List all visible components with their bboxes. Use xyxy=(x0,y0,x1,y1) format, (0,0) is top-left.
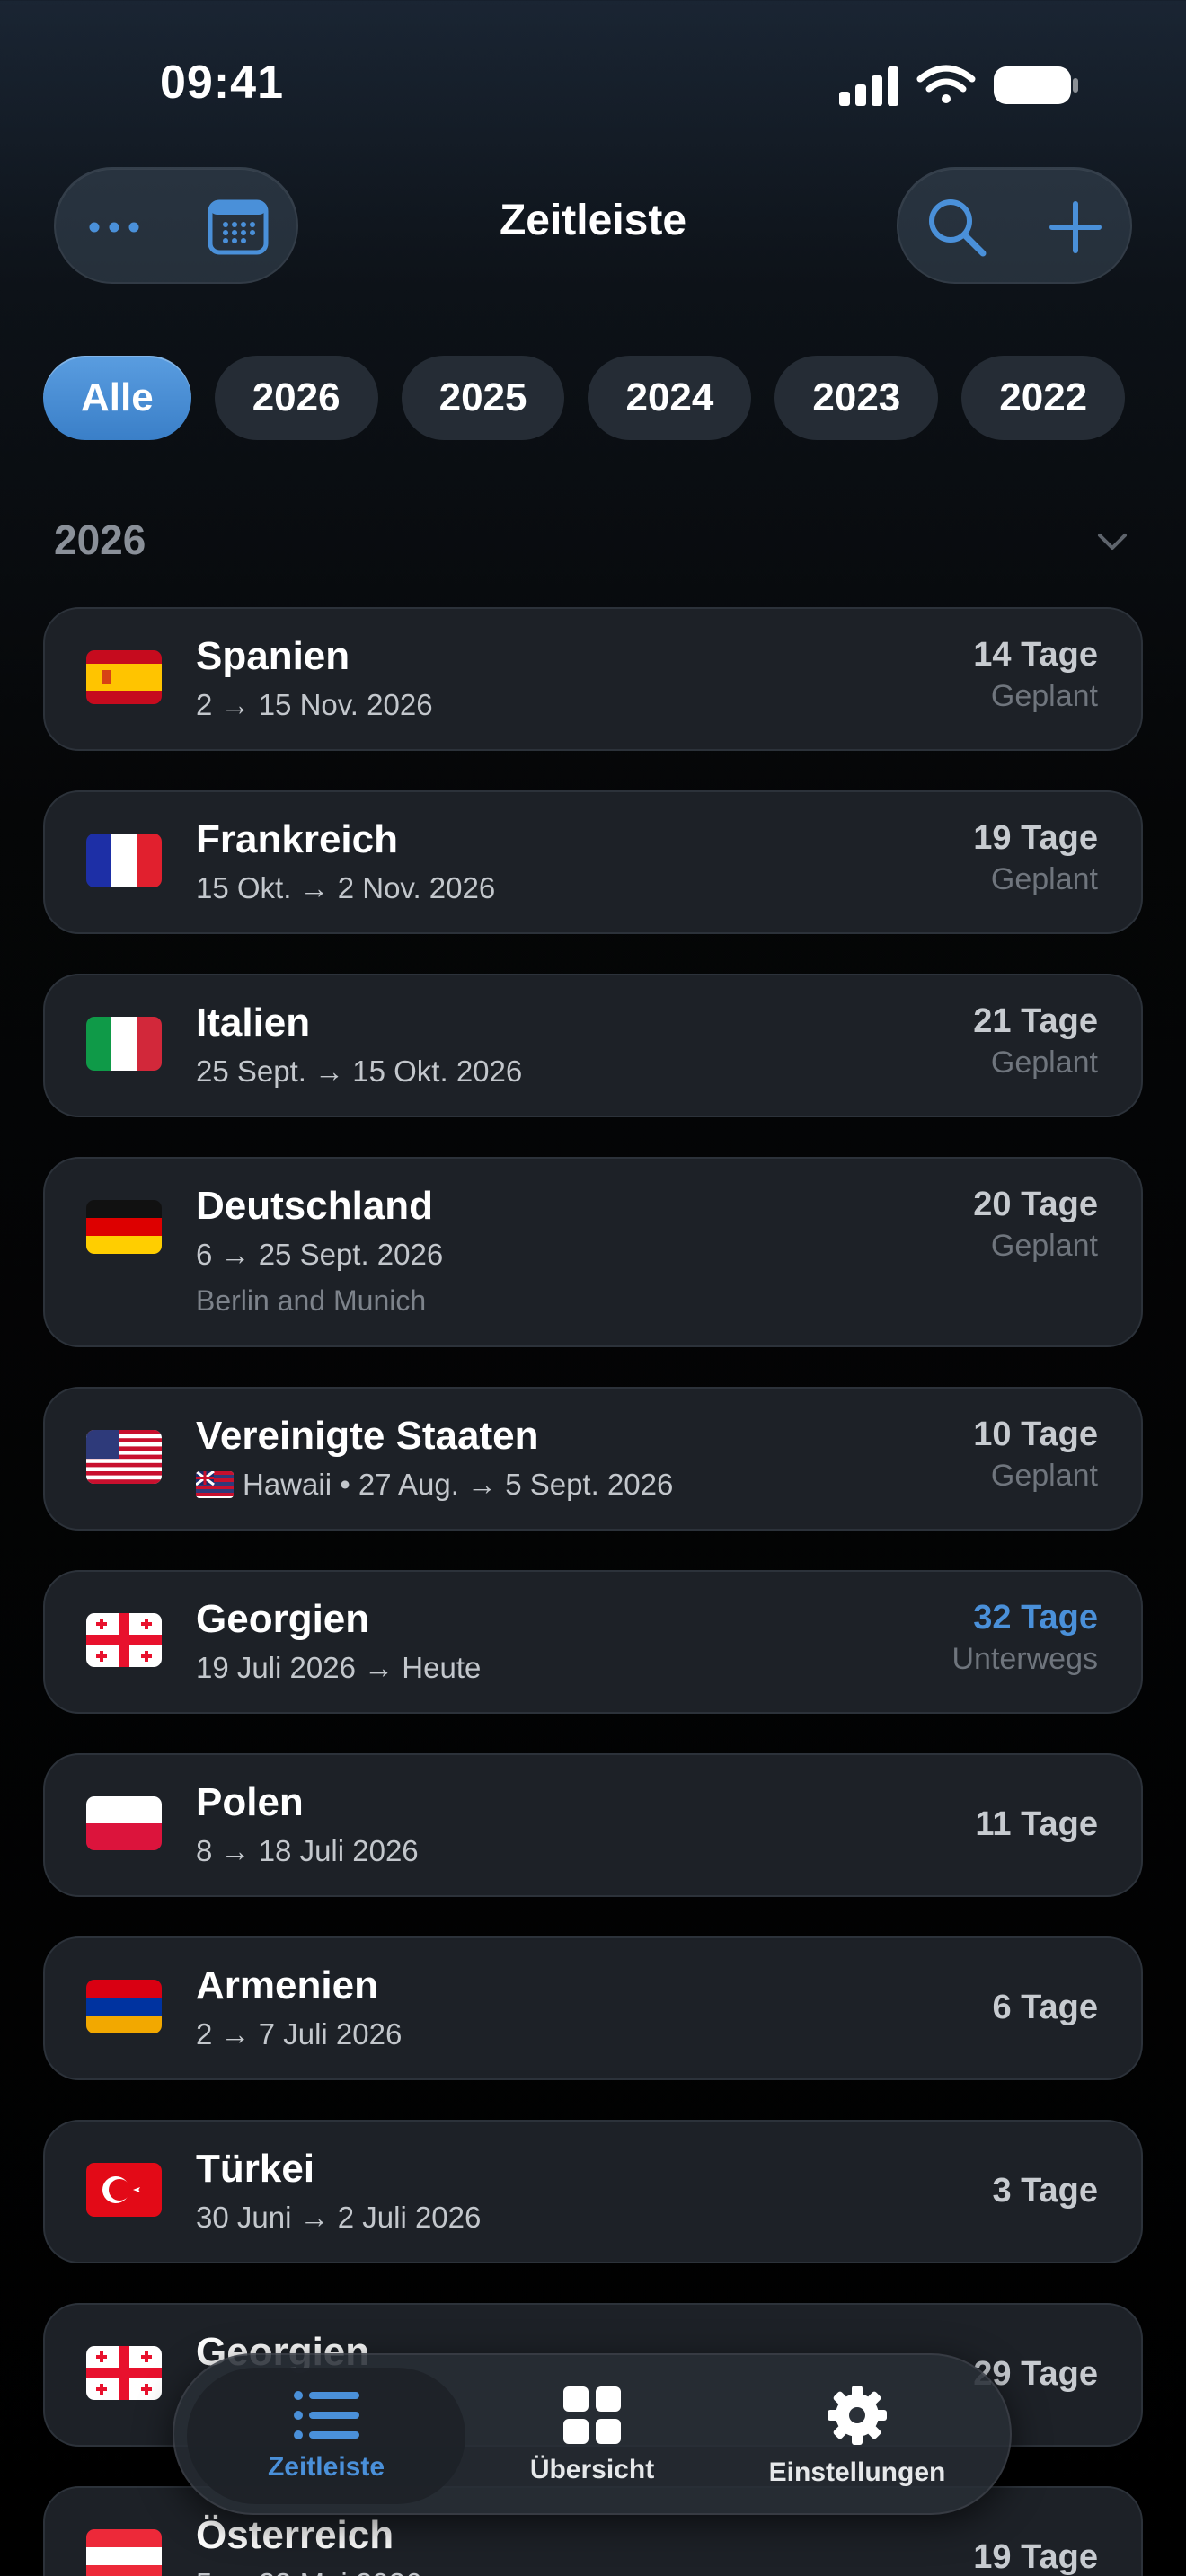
year-filter: Alle 2026 2025 2024 2023 2022 xyxy=(43,356,1126,440)
hawaii-flag-icon xyxy=(196,1471,234,1498)
trip-days: 3 Tage xyxy=(992,2172,1098,2210)
trip-country: Österreich xyxy=(196,2513,394,2557)
signal-icon xyxy=(839,66,898,106)
trip-country: Polen xyxy=(196,1780,304,1824)
trip-dates: 19 Juli 2026 → Heute xyxy=(196,1651,482,1684)
tab-bar: Zeitleiste Übersicht Einstellungen xyxy=(173,2353,1012,2515)
trip-country: Italien xyxy=(196,1001,311,1045)
filter-chip-2022[interactable]: 2022 xyxy=(961,356,1126,440)
trip-days: 14 Tage xyxy=(973,636,1098,674)
search-icon xyxy=(929,199,987,257)
tab-uebersicht[interactable]: Übersicht xyxy=(471,2368,713,2504)
list-icon xyxy=(294,2391,359,2439)
trip-country: Georgien xyxy=(196,1597,370,1641)
search-button[interactable] xyxy=(898,169,1015,286)
filter-chip-2026[interactable]: 2026 xyxy=(214,356,378,440)
trip-dates: 6 → 25 Sept. 2026 xyxy=(196,1238,444,1271)
trip-dates: 2 → 15 Nov. 2026 xyxy=(196,688,433,721)
trip-dates: 30 Juni → 2 Juli 2026 xyxy=(196,2201,482,2234)
trip-status: Geplant xyxy=(990,1459,1098,1493)
filter-chip-2025[interactable]: 2025 xyxy=(401,356,565,440)
trip-days: 20 Tage xyxy=(973,1186,1098,1223)
trip-row[interactable]: Türkei 30 Juni → 2 Juli 2026 3 Tage xyxy=(43,2120,1143,2263)
filter-chip-2024[interactable]: 2024 xyxy=(588,356,752,440)
battery-icon xyxy=(994,66,1078,104)
trip-days: 19 Tage xyxy=(973,819,1098,857)
trip-country: Deutschland xyxy=(196,1184,434,1228)
trip-row[interactable]: Spanien 2 → 15 Nov. 2026 14 Tage Geplant xyxy=(43,607,1143,751)
tab-label: Zeitleiste xyxy=(267,2452,385,2482)
trip-row[interactable]: Vereinigte Staaten Hawaii • 27 Aug. → 5 … xyxy=(43,1387,1143,1531)
georgia-flag-icon xyxy=(86,2346,162,2400)
chevron-down-icon[interactable] xyxy=(1094,528,1130,555)
trip-days: 6 Tage xyxy=(992,1989,1098,2026)
italy-flag-icon xyxy=(86,1017,162,1071)
trip-row-current[interactable]: Georgien 19 Juli 2026 → Heute 32 Tage Un… xyxy=(43,1570,1143,1714)
add-button[interactable] xyxy=(1017,169,1134,286)
trip-dates: Hawaii • 27 Aug. → 5 Sept. 2026 xyxy=(243,1468,674,1501)
nav-right-group xyxy=(897,167,1132,284)
trip-country: Türkei xyxy=(196,2147,315,2191)
usa-flag-icon xyxy=(86,1430,162,1484)
trip-days: 32 Tage xyxy=(973,1599,1098,1636)
germany-flag-icon xyxy=(86,1200,162,1254)
trip-country: Armenien xyxy=(196,1963,378,2007)
status-icons xyxy=(839,65,1078,106)
trip-dates: 25 Sept. → 15 Okt. 2026 xyxy=(196,1054,523,1088)
trip-row[interactable]: Frankreich 15 Okt. → 2 Nov. 2026 19 Tage… xyxy=(43,790,1143,934)
france-flag-icon xyxy=(86,834,162,887)
trip-row[interactable]: Italien 25 Sept. → 15 Okt. 2026 21 Tage … xyxy=(43,974,1143,1117)
tab-label: Übersicht xyxy=(529,2455,655,2484)
trip-status: Geplant xyxy=(990,679,1098,713)
trip-status: Unterwegs xyxy=(951,1642,1098,1676)
trip-status: Geplant xyxy=(990,1229,1098,1263)
wifi-icon xyxy=(916,65,976,103)
trip-days: 10 Tage xyxy=(973,1416,1098,1453)
filter-chip-all[interactable]: Alle xyxy=(43,356,191,440)
trip-country: Frankreich xyxy=(196,817,398,861)
trip-note: Berlin and Munich xyxy=(196,1284,427,1317)
tab-zeitleiste[interactable]: Zeitleiste xyxy=(187,2368,465,2504)
spain-flag-icon xyxy=(86,650,162,704)
tab-einstellungen[interactable]: Einstellungen xyxy=(722,2368,992,2504)
trip-status: Geplant xyxy=(990,862,1098,896)
trip-dates: 8 → 18 Juli 2026 xyxy=(196,1834,419,1867)
tab-label: Einstellungen xyxy=(768,2457,946,2487)
georgia-flag-icon xyxy=(86,1613,162,1667)
trip-days: 19 Tage xyxy=(973,2538,1098,2576)
armenia-flag-icon xyxy=(86,1980,162,2033)
austria-flag-icon xyxy=(86,2529,162,2576)
poland-flag-icon xyxy=(86,1796,162,1850)
trip-row[interactable]: Deutschland 6 → 25 Sept. 2026 Berlin and… xyxy=(43,1157,1143,1347)
trip-status: Geplant xyxy=(990,1045,1098,1080)
trip-list: Spanien 2 → 15 Nov. 2026 14 Tage Geplant… xyxy=(43,607,1143,2576)
trip-days: 21 Tage xyxy=(973,1002,1098,1040)
trip-dates: 2 → 7 Juli 2026 xyxy=(196,2017,403,2051)
grid-icon xyxy=(563,2386,621,2444)
trip-dates-line: Hawaii • 27 Aug. → 5 Sept. 2026 xyxy=(196,1468,673,1502)
status-time: 09:41 xyxy=(160,57,284,109)
filter-chip-2023[interactable]: 2023 xyxy=(774,356,939,440)
gear-icon xyxy=(828,2386,887,2445)
turkey-flag-icon xyxy=(86,2163,162,2217)
trip-row[interactable]: Armenien 2 → 7 Juli 2026 6 Tage xyxy=(43,1936,1143,2080)
trip-country: Spanien xyxy=(196,634,350,678)
trip-row[interactable]: Polen 8 → 18 Juli 2026 11 Tage xyxy=(43,1753,1143,1897)
trip-dates: 15 Okt. → 2 Nov. 2026 xyxy=(196,871,496,904)
trip-dates: 5 → 23 Mai 2026 xyxy=(196,2567,421,2576)
trip-days: 11 Tage xyxy=(975,1805,1098,1843)
status-bar: 09:41 xyxy=(0,0,1186,171)
trip-country: Vereinigte Staaten xyxy=(196,1414,539,1458)
section-header: 2026 xyxy=(54,516,146,563)
plus-icon xyxy=(1049,201,1102,253)
